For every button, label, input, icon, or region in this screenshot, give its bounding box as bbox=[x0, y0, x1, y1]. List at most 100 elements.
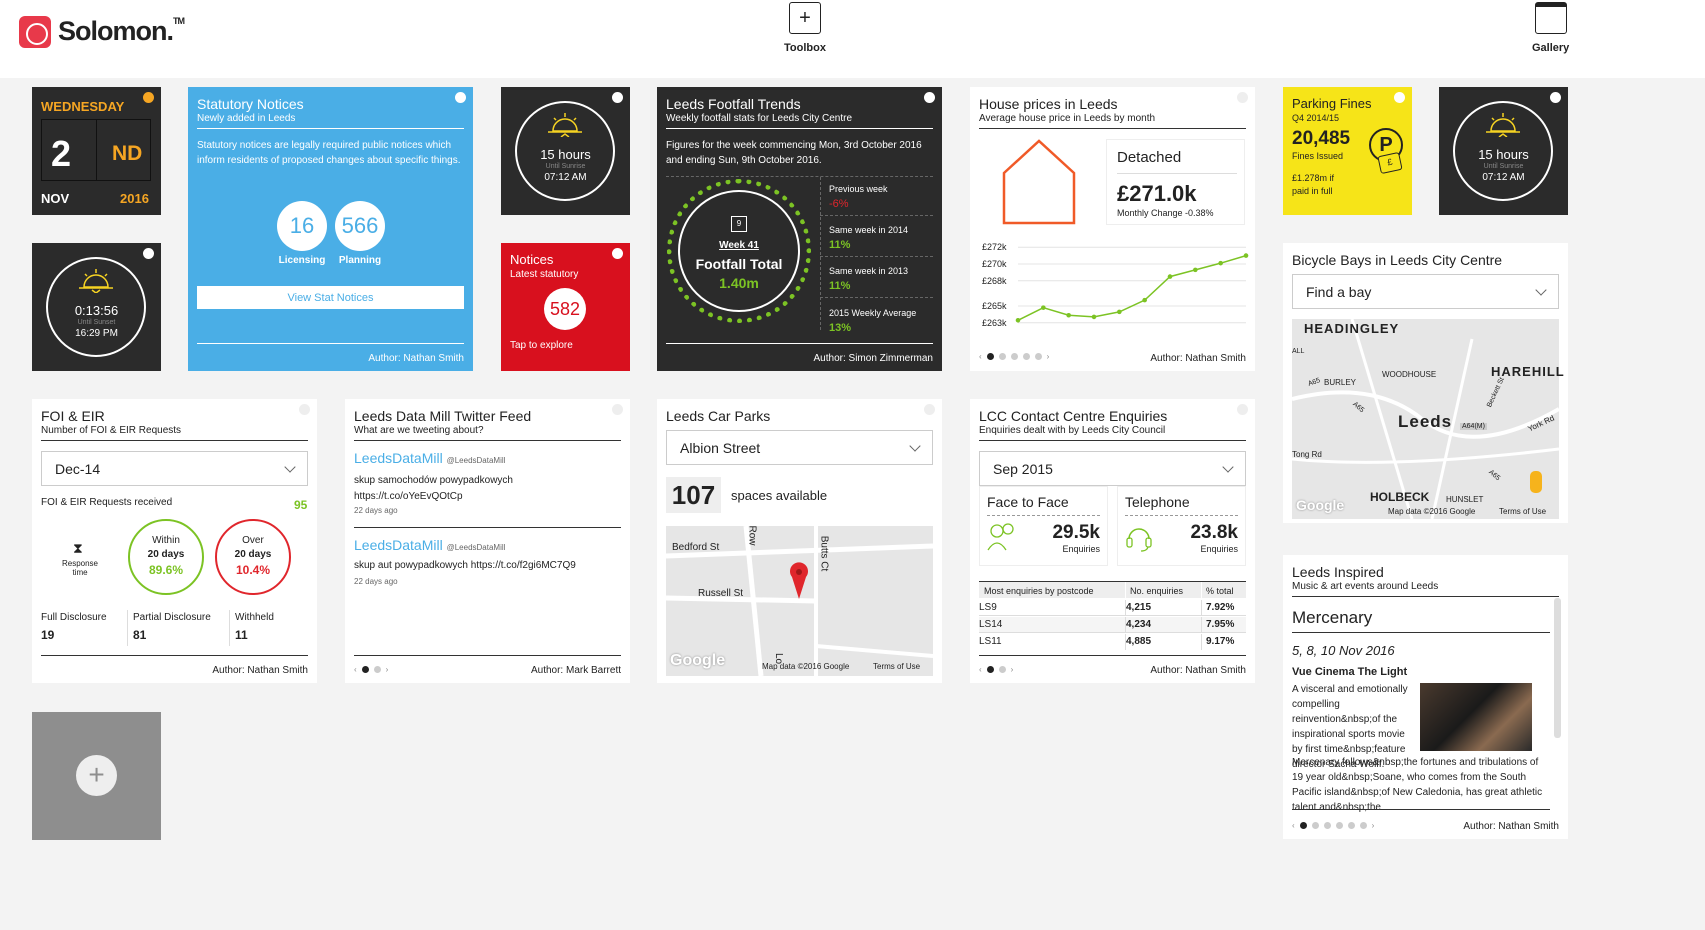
plus-icon: + bbox=[788, 2, 821, 34]
terms-link[interactable]: Terms of Use bbox=[873, 662, 920, 671]
data-point[interactable] bbox=[1142, 297, 1147, 303]
bicycle-map[interactable]: HEADINGLEY HAREHILL Leeds HOLBECK BURLEY… bbox=[1292, 319, 1564, 519]
sunrise-tile[interactable]: 15 hours Until Sunrise 07:12 AM bbox=[501, 87, 630, 215]
stat-label: Previous week bbox=[829, 184, 888, 194]
house-prices-tile[interactable]: House prices in Leeds Average house pric… bbox=[970, 87, 1255, 371]
tile-subtitle: Average house price in Leeds by month bbox=[979, 113, 1156, 124]
property-type: Detached bbox=[1117, 149, 1182, 166]
divider bbox=[820, 215, 933, 216]
licensing-label: Licensing bbox=[278, 255, 326, 266]
table-row: LS11 4,885 9.17% bbox=[979, 634, 1246, 650]
price-line-chart: £272k £270k £268k £265k £263k bbox=[982, 242, 1249, 328]
divider bbox=[354, 655, 621, 656]
car-park-map[interactable]: Bedford St Russell St Butts Ct Row Lo Go… bbox=[666, 525, 933, 676]
pager[interactable]: ‹ › bbox=[354, 665, 388, 674]
divider bbox=[96, 119, 97, 181]
footfall-total-label: Footfall Total bbox=[695, 256, 783, 272]
divider bbox=[979, 128, 1246, 129]
tile-indicator bbox=[1550, 92, 1561, 103]
gallery-label: Gallery bbox=[1532, 42, 1570, 54]
divider bbox=[666, 128, 933, 129]
parking-fines-tile[interactable]: Parking Fines Q4 2014/15 20,485 Fines Is… bbox=[1283, 87, 1412, 215]
data-point[interactable] bbox=[1015, 317, 1021, 323]
gallery-icon bbox=[1534, 2, 1567, 34]
map-pin-icon[interactable] bbox=[789, 561, 809, 601]
time-remaining: 0:13:56 bbox=[74, 303, 119, 318]
disclosure-value: 19 bbox=[41, 628, 55, 642]
terms-link[interactable]: Terms of Use bbox=[1499, 507, 1546, 516]
disclosure-value: 81 bbox=[133, 628, 147, 642]
notices-tile[interactable]: Notices Latest statutory 582 Tap to expl… bbox=[501, 243, 630, 371]
toolbox-label: Toolbox bbox=[784, 42, 826, 54]
tile-subtitle: Number of FOI & EIR Requests bbox=[41, 425, 182, 436]
leeds-inspired-tile[interactable]: Leeds Inspired Music & art events around… bbox=[1283, 555, 1568, 839]
description: Statutory notices are legally required p… bbox=[197, 140, 461, 166]
scrollbar[interactable] bbox=[1554, 598, 1561, 738]
contact-centre-tile[interactable]: LCC Contact Centre Enquiries Enquiries d… bbox=[970, 399, 1255, 683]
event-description-cont: Mercenary follows&nbsp;the fortunes and … bbox=[1292, 757, 1543, 813]
tweet-handle[interactable]: LeedsDataMill @LeedsDataMill bbox=[354, 450, 505, 466]
pager[interactable]: ‹ › bbox=[979, 665, 1013, 674]
sunrise-tile-2[interactable]: 15 hours Until Sunrise 07:12 AM bbox=[1439, 87, 1568, 215]
tile-indicator bbox=[1394, 92, 1405, 103]
tweet-text: skup samochodów powypadkowych https://t.… bbox=[354, 475, 513, 502]
calendar-icon: 9 bbox=[731, 216, 747, 232]
footfall-tile[interactable]: Leeds Footfall Trends Weekly footfall st… bbox=[657, 87, 942, 371]
headset-icon bbox=[1126, 528, 1152, 552]
licensing-count: 16 bbox=[277, 201, 327, 251]
tile-title: Leeds Car Parks bbox=[666, 408, 771, 424]
divider bbox=[666, 176, 933, 177]
brand-name[interactable]: Solomon.TM bbox=[58, 16, 185, 47]
tweet-handle[interactable]: LeedsDataMill @LeedsDataMill bbox=[354, 537, 505, 553]
data-point[interactable] bbox=[1193, 267, 1198, 273]
twitter-tile[interactable]: Leeds Data Mill Twitter Feed What are we… bbox=[345, 399, 630, 683]
car-parks-tile[interactable]: Leeds Car Parks Albion Street 107 spaces… bbox=[657, 399, 942, 683]
data-point[interactable] bbox=[1066, 312, 1071, 318]
data-point[interactable] bbox=[1218, 260, 1223, 266]
average-price: £271.0k bbox=[1117, 181, 1197, 206]
divider bbox=[820, 256, 933, 257]
data-point[interactable] bbox=[1243, 253, 1249, 258]
tap-to-explore-link[interactable]: Tap to explore bbox=[510, 340, 573, 351]
y-tick-label: £268k bbox=[982, 276, 1007, 286]
statutory-notices-tile[interactable]: Statutory Notices Newly added in Leeds S… bbox=[188, 87, 473, 371]
divider bbox=[197, 343, 464, 344]
tile-title: Leeds Footfall Trends bbox=[666, 96, 801, 112]
event-title[interactable]: Mercenary bbox=[1292, 608, 1372, 628]
data-point[interactable] bbox=[1117, 309, 1122, 315]
sunset-tile[interactable]: 0:13:56 Until Sunset 16:29 PM bbox=[32, 243, 161, 371]
y-tick-label: £272k bbox=[982, 242, 1007, 252]
solomon-logo-icon[interactable] bbox=[19, 16, 51, 48]
data-point[interactable] bbox=[1167, 274, 1173, 279]
inner-ring bbox=[678, 190, 800, 312]
date-tile[interactable]: WEDNESDAY 2 ND NOV 2016 bbox=[32, 87, 161, 215]
gallery-button[interactable]: Gallery bbox=[1532, 2, 1569, 54]
house-icon bbox=[1002, 139, 1076, 225]
pager[interactable]: ‹ › bbox=[979, 352, 1049, 361]
car-park-select[interactable]: Albion Street bbox=[666, 430, 933, 465]
data-point[interactable] bbox=[1091, 314, 1097, 320]
fines-label: Fines Issued bbox=[1292, 151, 1344, 161]
add-tile-button[interactable]: + bbox=[32, 712, 161, 840]
view-stat-notices-button[interactable]: View Stat Notices bbox=[197, 286, 464, 309]
event-image[interactable] bbox=[1420, 683, 1532, 751]
month-select[interactable]: Dec-14 bbox=[41, 451, 308, 486]
weekday: WEDNESDAY bbox=[41, 99, 125, 114]
enquiries-label: Enquiries bbox=[1200, 544, 1238, 554]
toolbox-button[interactable]: + Toolbox bbox=[784, 2, 826, 54]
foi-tile[interactable]: FOI & EIR Number of FOI & EIR Requests D… bbox=[32, 399, 317, 683]
tile-indicator bbox=[924, 404, 935, 415]
face-to-face-value: 29.5k bbox=[1052, 522, 1100, 543]
pegman-icon[interactable] bbox=[1530, 471, 1542, 493]
price-line bbox=[1017, 254, 1247, 321]
google-logo: Google bbox=[670, 652, 726, 669]
app-header: Solomon.TM + Toolbox Gallery bbox=[0, 0, 1705, 78]
pager[interactable]: ‹ › bbox=[1292, 821, 1374, 830]
data-point[interactable] bbox=[1041, 305, 1046, 310]
footfall-total-value: 1.40m bbox=[719, 275, 759, 291]
bicycle-bays-tile[interactable]: Bicycle Bays in Leeds City Centre Find a… bbox=[1283, 243, 1568, 523]
tile-title: Notices bbox=[510, 252, 554, 267]
month-select[interactable]: Sep 2015 bbox=[979, 451, 1246, 486]
find-bay-select[interactable]: Find a bay bbox=[1292, 274, 1559, 309]
sunrise-icon bbox=[1486, 113, 1520, 137]
